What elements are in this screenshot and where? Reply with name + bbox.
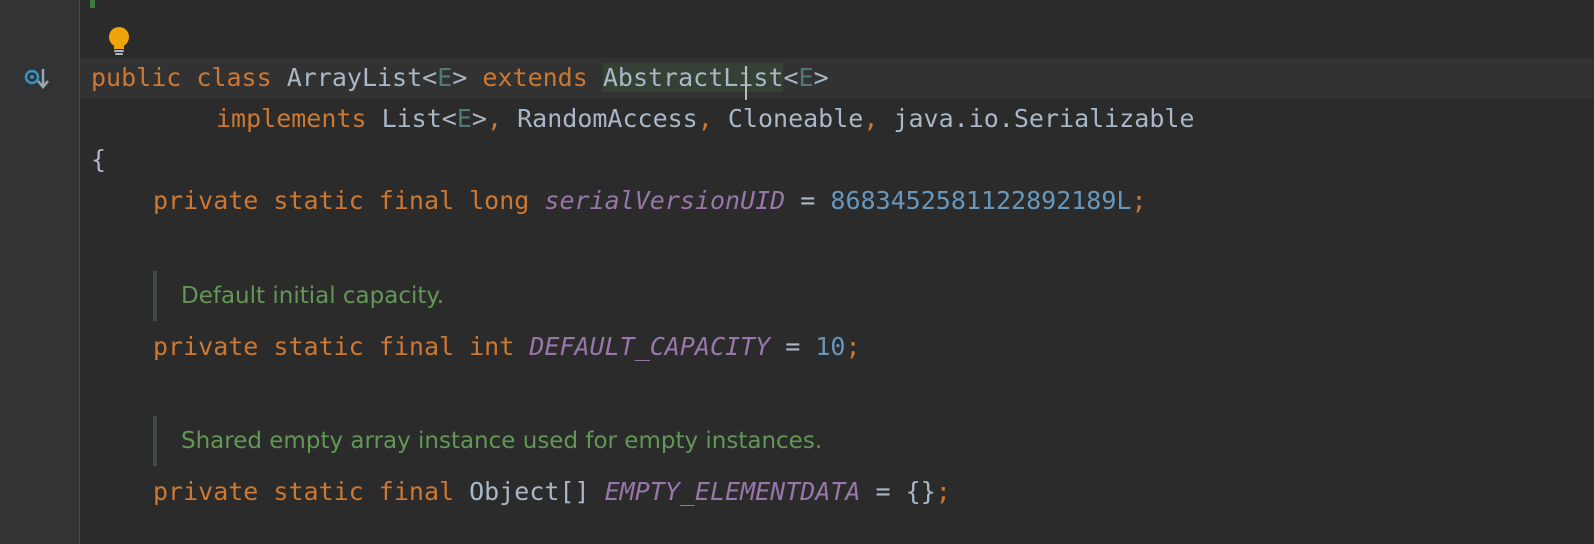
- rendered-doc-comment[interactable]: Default initial capacity.: [153, 271, 444, 321]
- type-object-array: Object[]: [469, 477, 590, 506]
- number-literal: 8683452581122892189L: [830, 186, 1132, 215]
- code-line-brace[interactable]: {: [91, 140, 106, 180]
- type-param: E: [798, 63, 814, 92]
- keyword-class: class: [196, 63, 272, 92]
- type-param: E: [456, 104, 472, 133]
- open-brace: {: [91, 145, 107, 174]
- interface-cloneable: Cloneable: [727, 104, 864, 133]
- class-name: ArrayList: [286, 63, 423, 92]
- assign-operator: =: [800, 186, 816, 215]
- angle-open: <: [441, 104, 457, 133]
- text-caret: [744, 66, 747, 100]
- type-param: E: [437, 63, 453, 92]
- keyword-long: long: [469, 186, 530, 215]
- rendered-doc-comment[interactable]: Shared empty array instance used for emp…: [153, 416, 822, 466]
- angle-close: >: [452, 63, 468, 92]
- superclass-name[interactable]: AbstractList: [602, 63, 784, 100]
- interface-random-access: RandomAccess: [517, 104, 698, 133]
- keyword-final: final: [378, 186, 455, 215]
- keyword-private: private: [153, 332, 259, 361]
- code-line-default-capacity[interactable]: private static final int DEFAULT_CAPACIT…: [153, 327, 861, 367]
- lightbulb-icon[interactable]: [106, 26, 132, 58]
- code-line-serial-version[interactable]: private static final long serialVersionU…: [153, 181, 1147, 221]
- comma: ,: [697, 104, 713, 133]
- semicolon: ;: [1131, 186, 1147, 215]
- comma: ,: [486, 104, 503, 133]
- keyword-implements: implements: [216, 104, 367, 133]
- superclass-text: AbstractList: [602, 63, 784, 92]
- implemented-method-down-icon[interactable]: [22, 64, 54, 94]
- doc-comment-text: Default initial capacity.: [181, 283, 445, 309]
- angle-close: >: [471, 104, 487, 133]
- number-literal: 10: [815, 332, 846, 361]
- constant-default-capacity: DEFAULT_CAPACITY: [529, 332, 771, 361]
- keyword-static: static: [273, 186, 364, 215]
- interface-list: List: [381, 104, 442, 133]
- angle-open: <: [422, 63, 438, 92]
- keyword-private: private: [153, 186, 259, 215]
- angle-open: <: [783, 63, 799, 92]
- code-line-empty-elementdata[interactable]: private static final Object[] EMPTY_ELEM…: [153, 472, 951, 512]
- constant-serial-version-uid: serialVersionUID: [544, 186, 786, 215]
- code-line-class-declaration[interactable]: public class ArrayList<E> extends Abstra…: [91, 58, 829, 100]
- semicolon: ;: [935, 477, 951, 506]
- keyword-static: static: [273, 477, 364, 506]
- angle-close: >: [813, 63, 829, 92]
- code-line-implements[interactable]: implements List<E>, RandomAccess, Clonea…: [216, 99, 1194, 139]
- assign-operator: =: [875, 477, 891, 506]
- empty-array-literal: {}: [905, 477, 936, 506]
- keyword-final: final: [378, 332, 455, 361]
- comma: ,: [863, 104, 879, 133]
- doc-comment-text: Shared empty array instance used for emp…: [181, 428, 823, 454]
- keyword-static: static: [273, 332, 364, 361]
- keyword-public: public: [91, 63, 182, 92]
- interface-serializable: java.io.Serializable: [893, 104, 1195, 133]
- semicolon: ;: [845, 332, 861, 361]
- assign-operator: =: [785, 332, 801, 361]
- keyword-private: private: [153, 477, 259, 506]
- constant-empty-elementdata: EMPTY_ELEMENTDATA: [604, 477, 861, 506]
- keyword-int: int: [469, 332, 515, 361]
- keyword-final: final: [378, 477, 455, 506]
- change-marker: [90, 0, 95, 8]
- keyword-extends: extends: [482, 63, 588, 92]
